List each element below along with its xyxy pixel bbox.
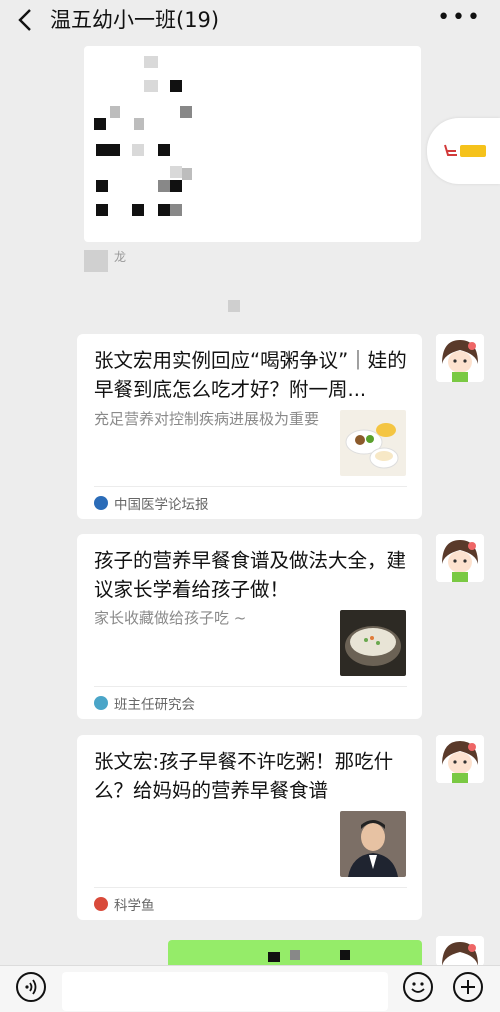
shop-logo-icon <box>444 142 458 158</box>
more-dots-icon[interactable]: ••• <box>437 7 482 29</box>
source-logo-icon <box>94 496 108 510</box>
sent-message-bubble[interactable] <box>168 940 422 966</box>
girl-avatar-icon[interactable] <box>436 534 484 582</box>
article-source: 班主任研究会 <box>94 686 407 719</box>
article-card[interactable]: 张文宏用实例回应“喝粥争议”｜娃的早餐到底怎么吃才好？附一周... 充足营养对控… <box>77 334 422 519</box>
article-source: 科学鱼 <box>94 887 407 920</box>
blurred-fragment <box>228 300 240 312</box>
sender-nick: 龙 <box>114 250 127 264</box>
article-title: 张文宏:孩子早餐不许吃粥！那吃什么？给妈妈的营养早餐食谱 <box>94 750 394 802</box>
chevron-left-icon[interactable] <box>14 6 36 34</box>
image-message[interactable] <box>84 46 421 242</box>
chat-header: 温五幼小一班(19) ••• <box>0 0 500 40</box>
girl-avatar-icon[interactable] <box>436 334 484 382</box>
chat-title: 温五幼小一班(19) <box>50 8 220 32</box>
shop-badge-icon <box>460 145 486 157</box>
person-portrait-thumbnail <box>340 811 406 877</box>
plus-icon[interactable] <box>453 972 483 1002</box>
emoji-icon[interactable] <box>403 972 433 1002</box>
article-card[interactable]: 孩子的营养早餐食谱及做法大全，建议家长学着给孩子做！ 家长收藏做给孩子吃 ~ 班… <box>77 534 422 719</box>
sender-avatar-blur <box>84 250 108 272</box>
article-desc: 充足营养对控制疾病进展极为重要 <box>94 410 320 428</box>
article-card[interactable]: 张文宏:孩子早餐不许吃粥！那吃什么？给妈妈的营养早餐食谱 科学鱼 <box>77 735 422 920</box>
source-logo-icon <box>94 696 108 710</box>
message-input[interactable] <box>62 972 388 1011</box>
source-logo-icon <box>94 897 108 911</box>
article-title: 张文宏用实例回应“喝粥争议”｜娃的早餐到底怎么吃才好？附一周... <box>94 349 407 401</box>
girl-avatar-icon[interactable] <box>436 936 484 966</box>
porridge-bowl-thumbnail <box>340 610 406 676</box>
article-desc: 家长收藏做给孩子吃 ~ <box>94 609 247 627</box>
article-title: 孩子的营养早餐食谱及做法大全，建议家长学着给孩子做！ <box>94 549 407 601</box>
breakfast-plate-thumbnail <box>340 410 406 476</box>
girl-avatar-icon[interactable] <box>436 735 484 783</box>
article-source: 中国医学论坛报 <box>94 486 407 519</box>
voice-icon[interactable] <box>16 972 46 1002</box>
